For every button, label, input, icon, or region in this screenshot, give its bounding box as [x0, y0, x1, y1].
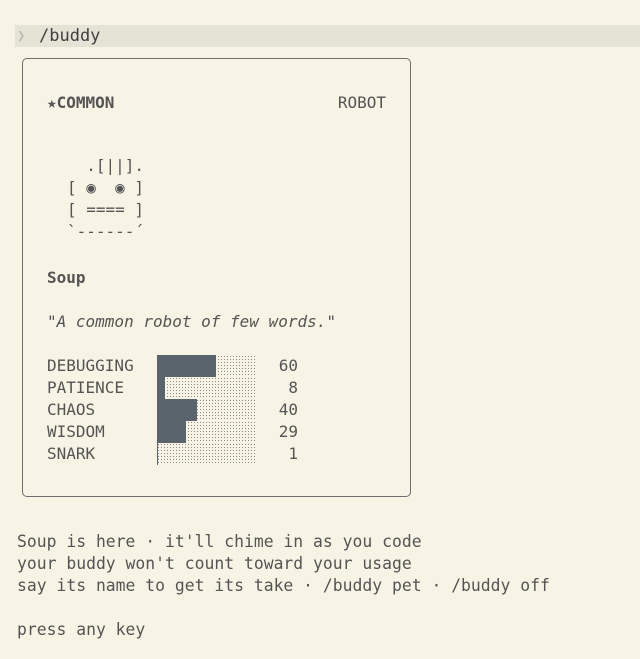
robot-ascii-art: .[||]. [ ◉ ◉ ] [ ==== ] `------´: [67, 156, 145, 241]
stat-bar: [157, 399, 256, 421]
stat-row: SNARK 1: [47, 443, 317, 465]
stat-label: CHAOS: [47, 400, 96, 419]
stat-bar: [157, 377, 256, 399]
stat-label: WISDOM: [47, 422, 105, 441]
stat-label: DEBUGGING: [47, 356, 134, 375]
stat-bar: [157, 443, 256, 465]
buddy-messages: Soup is here · it'll chime in as you cod…: [17, 531, 550, 641]
stat-bar-fill: [157, 443, 158, 465]
species-label: ROBOT: [337, 93, 386, 112]
buddy-name: Soup: [47, 268, 86, 287]
stat-bar: [157, 355, 256, 377]
stat-label: SNARK: [47, 444, 96, 463]
stat-bar-fill: [157, 421, 186, 443]
scrolled-off-text: ,,,: [0, 0, 640, 6]
stat-bar-fill: [157, 399, 197, 421]
message-line: say its name to get its take · /buddy pe…: [17, 576, 550, 595]
stat-row: DEBUGGING 60: [47, 355, 317, 377]
stat-value: 60: [278, 356, 298, 375]
stat-label: PATIENCE: [47, 378, 125, 397]
entered-command: /buddy: [39, 26, 101, 46]
stat-bar-fill: [157, 377, 165, 399]
press-any-key-prompt[interactable]: press any key: [17, 619, 550, 641]
stat-row: CHAOS 40: [47, 399, 317, 421]
stat-value: 8: [288, 378, 298, 397]
stat-value: 40: [278, 400, 298, 419]
buddy-description: "A common robot of few words.": [47, 312, 336, 331]
rarity-label: ★COMMON: [47, 93, 114, 112]
stat-bar-fill: [157, 355, 217, 377]
command-prompt-line: ❯ /buddy: [15, 25, 640, 47]
stat-row: PATIENCE 8: [47, 377, 317, 399]
stat-bar: [157, 421, 256, 443]
rarity-text: COMMON: [56, 93, 115, 112]
stats-list: DEBUGGING 60 PATIENCE 8 CHAOS 40 WISDOM …: [47, 355, 317, 465]
star-icon: ★: [47, 93, 57, 112]
message-line: Soup is here · it'll chime in as you cod…: [17, 532, 422, 551]
stat-value: 29: [278, 422, 298, 441]
message-line: your buddy won't count toward your usage: [17, 554, 412, 573]
buddy-card: ★COMMON ROBOT .[||]. [ ◉ ◉ ] [ ==== ] `-…: [22, 58, 411, 497]
terminal-window: ,,, ❯ /buddy ★COMMON ROBOT .[||]. [ ◉ ◉ …: [0, 0, 640, 659]
stat-value: 1: [288, 444, 298, 463]
prompt-chevron-icon: ❯: [17, 28, 26, 44]
stat-row: WISDOM 29: [47, 421, 317, 443]
